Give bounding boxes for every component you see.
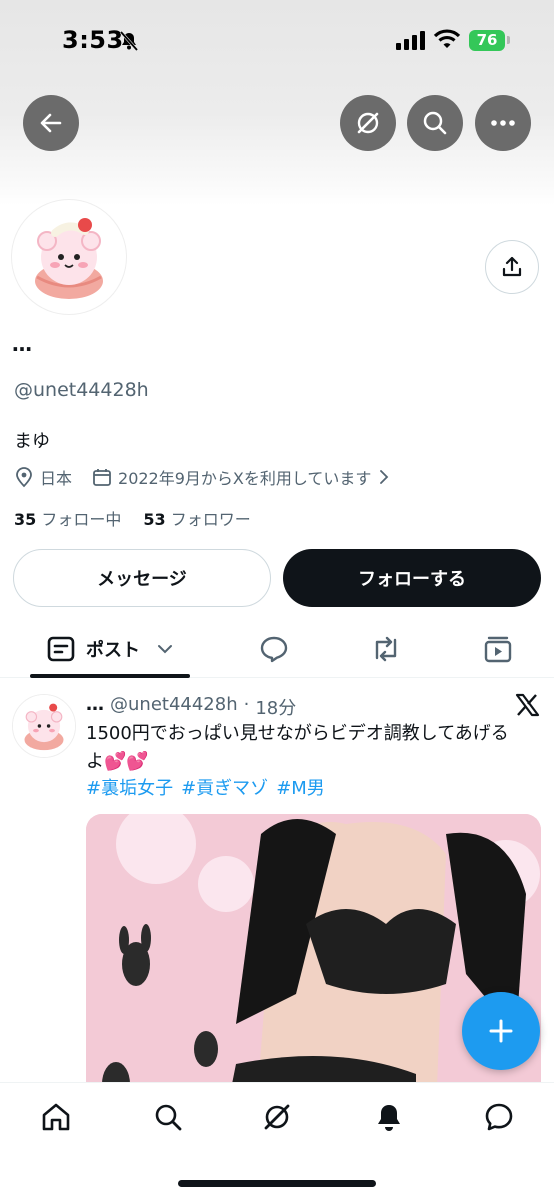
message-icon[interactable] — [483, 1101, 515, 1133]
post-hashtags: #裏垢女子 #貢ぎマゾ #M男 — [86, 774, 325, 800]
reply-bubble-icon[interactable] — [258, 634, 290, 664]
search-button[interactable] — [407, 95, 463, 151]
search-icon — [423, 111, 447, 135]
chevron-down-icon[interactable] — [156, 643, 174, 655]
avatar-illustration — [15, 203, 123, 311]
posts-list-icon — [47, 636, 75, 662]
location-pin-icon — [16, 467, 32, 488]
follow-counts: 35 フォロー中 53 フォロワー — [14, 506, 251, 530]
post-author-name[interactable]: … — [86, 694, 104, 720]
grok-button[interactable] — [340, 95, 396, 151]
post-separator: · — [243, 694, 250, 715]
followers-label: フォロワー — [170, 510, 251, 529]
compose-post-button[interactable] — [462, 992, 540, 1070]
post-author-handle[interactable]: @unet44428h — [110, 694, 238, 720]
hashtag-link[interactable]: #裏垢女子 — [86, 774, 173, 800]
bell-icon[interactable] — [373, 1101, 405, 1133]
follow-button[interactable]: フォローする — [283, 549, 541, 607]
status-bar: 3:53 76 — [0, 0, 554, 84]
following-label: フォロー中 — [41, 510, 122, 529]
search-icon[interactable] — [152, 1101, 184, 1133]
calendar-icon — [93, 469, 111, 486]
grok-icon[interactable] — [261, 1101, 293, 1133]
post-avatar[interactable] — [12, 694, 76, 758]
following-link[interactable]: 35 フォロー中 — [14, 506, 121, 530]
arrow-left-icon — [40, 113, 62, 133]
post-header: … @unet44428h · 18分 — [86, 694, 296, 720]
profile-location: 日本 — [40, 469, 73, 488]
profile-bio: まゆ — [14, 431, 50, 452]
home-icon[interactable] — [40, 1101, 72, 1133]
home-indicator — [178, 1180, 376, 1187]
media-icon[interactable] — [482, 634, 514, 664]
hashtag-link[interactable]: #M男 — [276, 774, 325, 800]
battery-tip — [507, 36, 510, 44]
plus-icon — [489, 1019, 513, 1043]
profile-tabs: ポスト — [0, 622, 554, 678]
profile-meta: 日本 2022年9月からXを利用しています — [14, 465, 391, 489]
post-timestamp[interactable]: 18分 — [255, 694, 296, 720]
repost-icon[interactable] — [369, 634, 403, 664]
tab-posts-label: ポスト — [86, 640, 140, 661]
wifi-icon — [433, 29, 461, 48]
followers-count: 53 — [143, 510, 166, 529]
cellular-signal-icon — [396, 30, 425, 50]
profile-avatar[interactable] — [12, 200, 126, 314]
profile-joined-date[interactable]: 2022年9月からXを利用しています — [118, 465, 371, 489]
share-icon — [502, 256, 522, 277]
back-button[interactable] — [23, 95, 79, 151]
x-logo-icon — [515, 693, 540, 717]
silent-mode-icon — [119, 31, 139, 51]
following-count: 35 — [14, 510, 37, 529]
hashtag-link[interactable]: #貢ぎマゾ — [181, 774, 268, 800]
tab-active-indicator — [30, 674, 190, 678]
followers-link[interactable]: 53 フォロワー — [143, 506, 250, 530]
grok-icon — [357, 112, 379, 134]
more-options-button[interactable] — [475, 95, 531, 151]
profile-handle: @unet44428h — [14, 379, 149, 401]
message-button[interactable]: メッセージ — [13, 549, 271, 607]
battery-level: 76 — [469, 30, 505, 51]
more-horizontal-icon — [491, 120, 515, 126]
status-time: 3:53 — [62, 26, 124, 54]
chevron-right-icon[interactable] — [377, 469, 391, 485]
share-profile-button[interactable] — [485, 240, 539, 294]
avatar-illustration — [13, 695, 75, 757]
tab-posts[interactable]: ポスト — [46, 634, 174, 664]
post-text: 1500円でおっぱい見せながらビデオ調教してあげるよ💕💕 — [86, 723, 509, 772]
profile-display-name: … — [12, 332, 32, 356]
